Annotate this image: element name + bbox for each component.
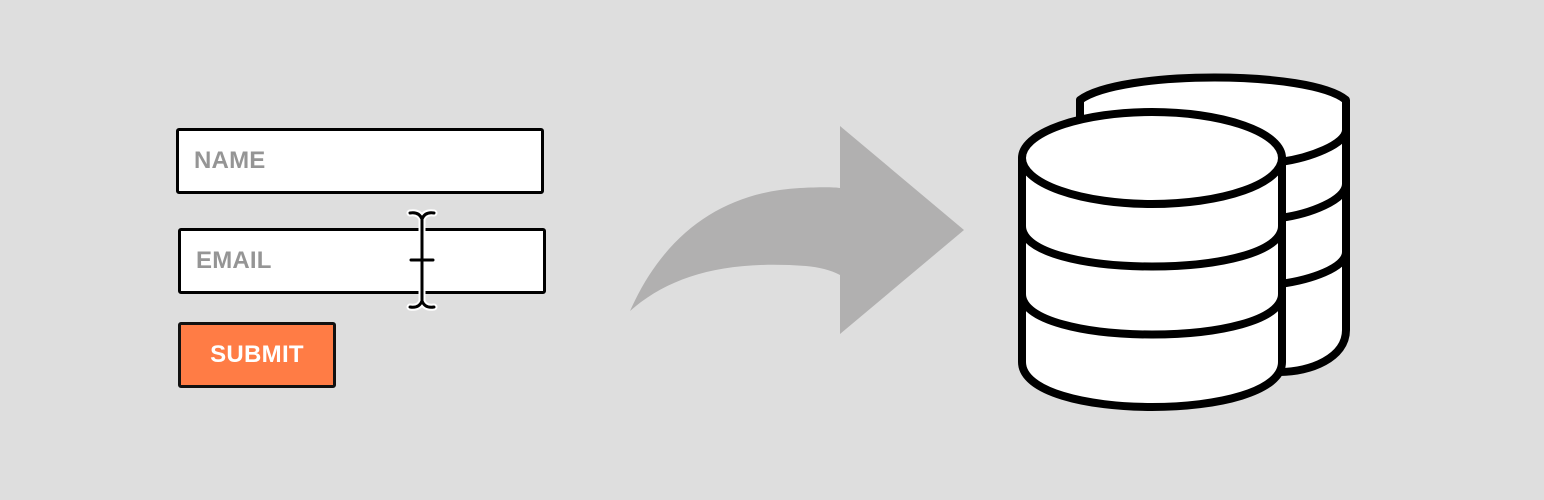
submit-button[interactable]: SUBMIT xyxy=(178,322,336,388)
email-field[interactable]: EMAIL xyxy=(178,228,546,294)
email-field-placeholder: EMAIL xyxy=(196,247,272,274)
name-field-placeholder: NAME xyxy=(194,147,266,174)
database-icon xyxy=(1018,73,1350,411)
name-field[interactable]: NAME xyxy=(176,128,544,194)
illustration-canvas: NAME EMAIL SUBMIT xyxy=(0,0,1544,500)
web-form: NAME EMAIL SUBMIT xyxy=(0,0,600,500)
text-cursor-icon xyxy=(406,209,438,311)
curved-arrow-right-icon xyxy=(630,126,964,334)
submit-button-label: SUBMIT xyxy=(210,341,304,368)
